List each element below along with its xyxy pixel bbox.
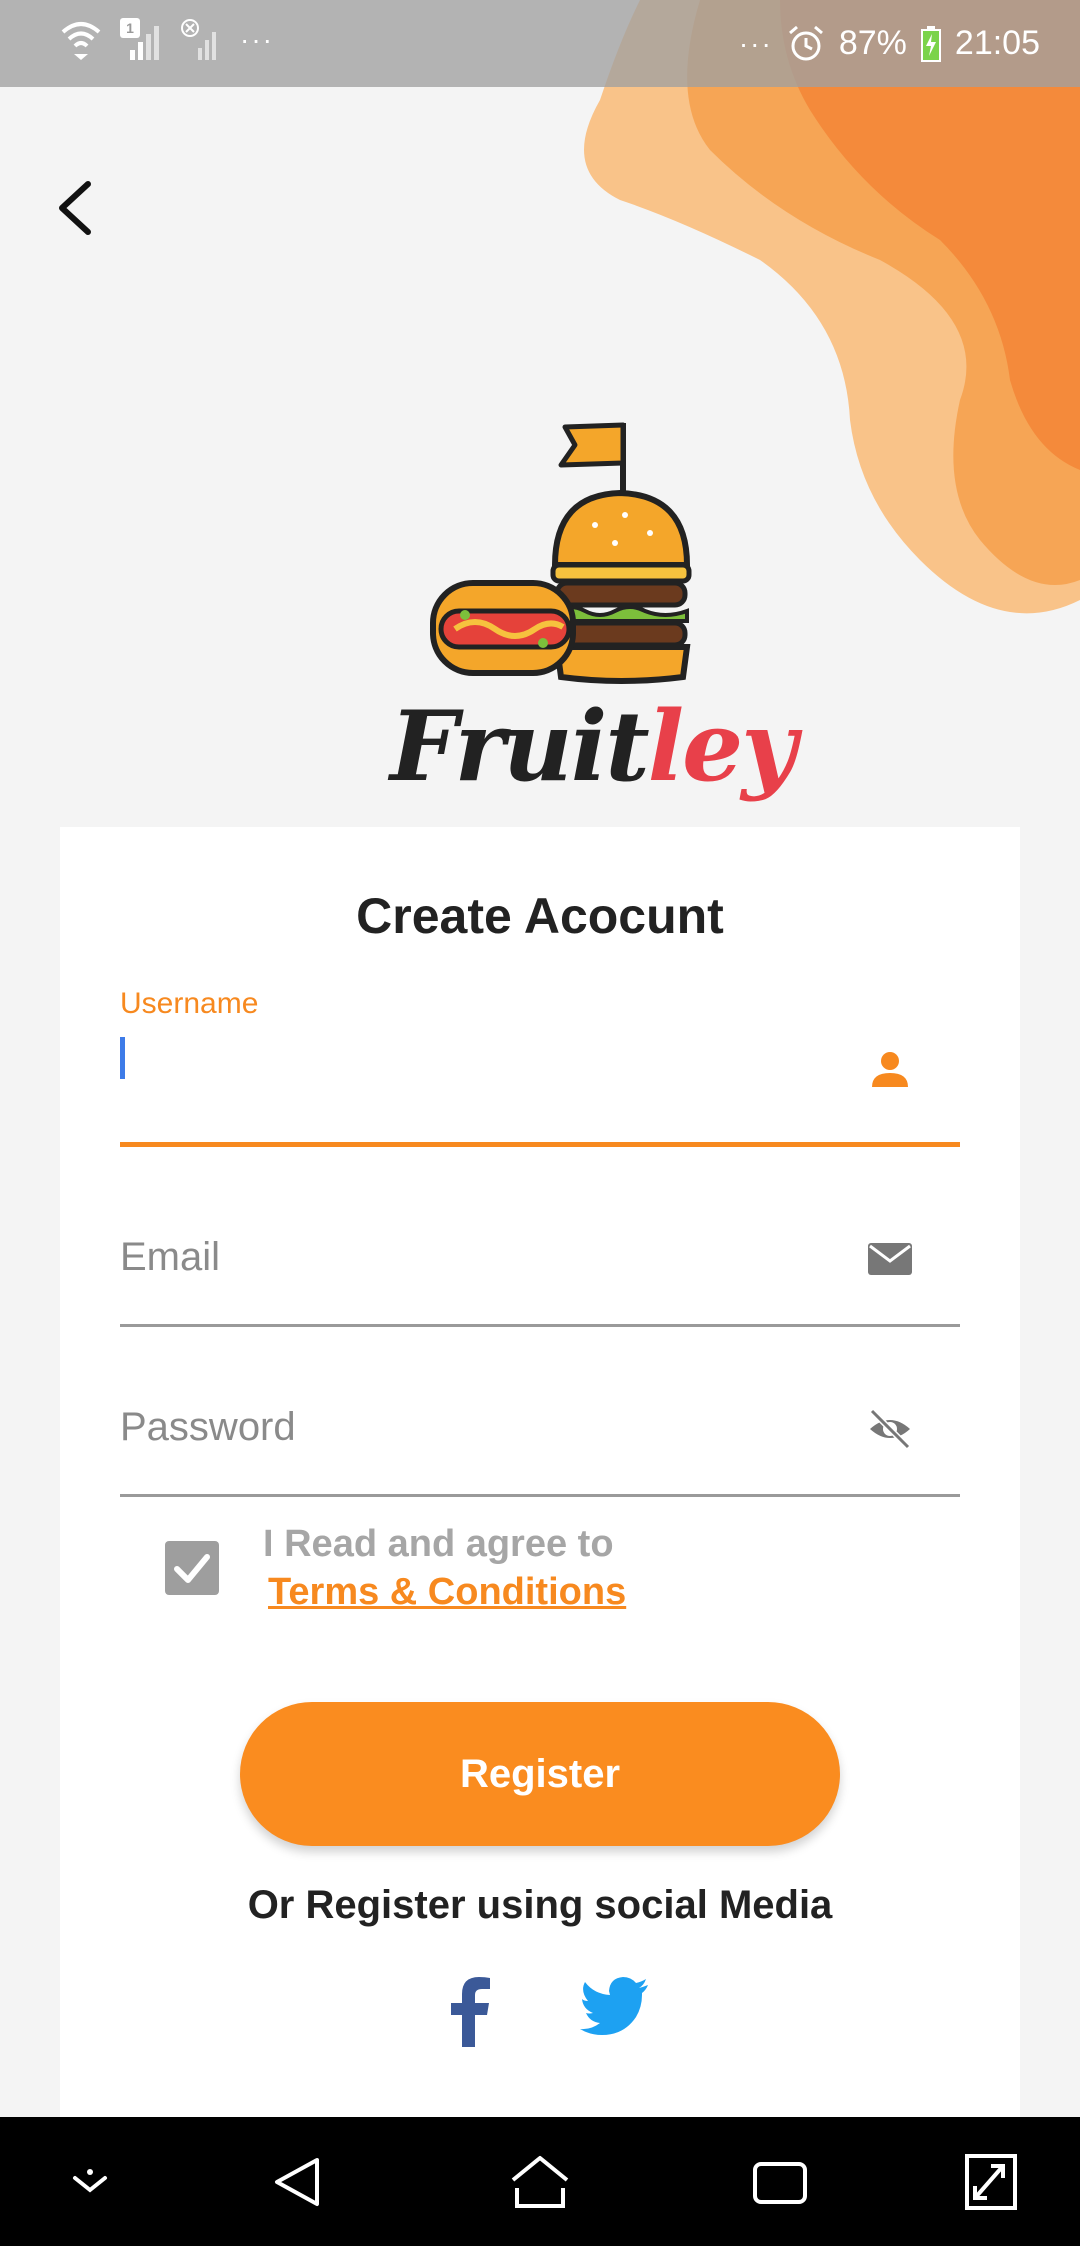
email-field[interactable]: Email [120,1157,960,1327]
register-button[interactable]: Register [240,1702,840,1846]
brand-name: Fruitley [390,690,797,803]
eye-off-icon[interactable] [868,1407,912,1451]
nav-back-icon[interactable] [265,2152,335,2212]
collapse-icon[interactable] [55,2152,125,2212]
email-placeholder: Email [120,1235,221,1279]
social-register-text: Or Register using social Media [247,1883,833,1927]
sim1-badge: 1 [120,18,140,38]
password-field[interactable]: Password [120,1327,960,1497]
nav-home-icon[interactable] [505,2152,575,2212]
status-dots-right: ··· [738,27,773,59]
register-card: Create Acocunt Username Email Password I… [60,827,1020,2117]
signal-sim2-icon [181,19,216,60]
password-placeholder: Password [120,1405,296,1449]
wifi-icon [61,22,101,60]
username-label: Username [120,987,259,1020]
battery-charging-icon [920,25,941,62]
brand-logo: Fruitley [390,690,797,820]
status-dots-left: ··· [240,24,274,55]
nav-screenshot-icon[interactable] [955,2152,1025,2212]
status-bar: 1 ··· ··· 87% 21:05 [0,0,1080,87]
password-underline [120,1494,960,1497]
back-arrow-icon[interactable] [52,178,96,238]
mail-icon [868,1243,912,1275]
username-underline [120,1142,960,1147]
signal-sim1-icon: 1 [120,18,162,62]
burger-hotdog-logo [430,422,692,684]
nav-recents-icon[interactable] [745,2152,815,2212]
twitter-icon[interactable] [580,1977,650,2037]
username-field[interactable]: Username [120,987,960,1147]
text-caret [120,1037,125,1079]
alarm-icon [788,25,823,60]
terms-checkbox[interactable] [165,1541,219,1595]
check-icon [174,1554,210,1583]
page-title: Create Acocunt [356,888,724,944]
navigation-bar [0,2117,1080,2246]
facebook-icon[interactable] [445,1977,495,2047]
agree-text: I Read and agree to [263,1523,614,1565]
person-icon [872,1052,908,1087]
battery-percent: 87% [838,24,907,62]
clock-time: 21:05 [954,24,1040,62]
terms-link[interactable]: Terms & Conditions [268,1571,626,1614]
